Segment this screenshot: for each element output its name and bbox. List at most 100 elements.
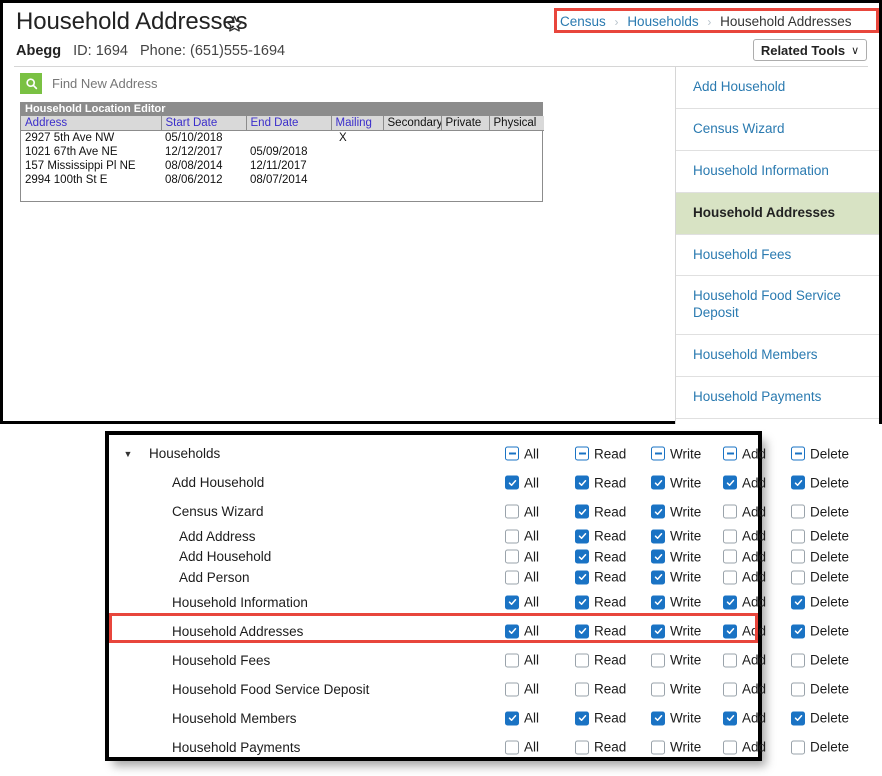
- checkbox-delete[interactable]: Delete: [791, 595, 849, 610]
- checkbox-icon[interactable]: [651, 711, 665, 725]
- checkbox-delete[interactable]: Delete: [791, 653, 849, 668]
- checkbox-write[interactable]: Write: [651, 653, 701, 668]
- checkbox-read[interactable]: Read: [575, 475, 626, 490]
- checkbox-read[interactable]: Read: [575, 711, 626, 726]
- checkbox-icon[interactable]: [651, 529, 665, 544]
- checkbox-add[interactable]: Add: [723, 624, 766, 639]
- checkbox-icon[interactable]: [791, 475, 805, 490]
- checkbox-write[interactable]: Write: [651, 504, 701, 519]
- checkbox-icon[interactable]: [505, 653, 519, 667]
- checkbox-delete[interactable]: Delete: [791, 624, 849, 639]
- checkbox-all[interactable]: All: [505, 446, 539, 461]
- checkbox-read[interactable]: Read: [575, 682, 626, 697]
- checkbox-icon[interactable]: [505, 682, 519, 696]
- checkbox-icon[interactable]: [651, 549, 665, 564]
- checkbox-icon[interactable]: [505, 504, 519, 519]
- checkbox-icon[interactable]: [791, 624, 805, 638]
- sidebar-item-household-food-service-deposit[interactable]: Household Food Service Deposit: [676, 276, 879, 336]
- checkbox-icon[interactable]: [723, 653, 737, 667]
- checkbox-add[interactable]: Add: [723, 504, 766, 519]
- checkbox-all[interactable]: All: [505, 624, 539, 639]
- checkbox-read[interactable]: Read: [575, 504, 626, 519]
- star-icon[interactable]: [225, 14, 244, 33]
- checkbox-read[interactable]: Read: [575, 624, 626, 639]
- search-icon[interactable]: [20, 73, 42, 94]
- sidebar-item-household-members[interactable]: Household Members: [676, 335, 879, 377]
- checkbox-icon[interactable]: [723, 549, 737, 564]
- checkbox-icon[interactable]: [651, 595, 665, 609]
- checkbox-icon[interactable]: [505, 475, 519, 490]
- checkbox-write[interactable]: Write: [651, 711, 701, 726]
- table-row[interactable]: 2994 100th St E 08/06/2012 08/07/2014: [21, 173, 544, 187]
- checkbox-all[interactable]: All: [505, 475, 539, 490]
- checkbox-add[interactable]: Add: [723, 549, 766, 564]
- checkbox-icon[interactable]: [723, 504, 737, 519]
- checkbox-icon[interactable]: [575, 529, 589, 544]
- checkbox-icon[interactable]: [575, 653, 589, 667]
- table-row[interactable]: 2927 5th Ave NW 05/10/2018 X: [21, 131, 544, 146]
- checkbox-delete[interactable]: Delete: [791, 529, 849, 544]
- checkbox-icon[interactable]: [651, 570, 665, 585]
- checkbox-read[interactable]: Read: [575, 446, 626, 461]
- checkbox-delete[interactable]: Delete: [791, 740, 849, 755]
- checkbox-icon[interactable]: [791, 529, 805, 544]
- checkbox-icon[interactable]: [505, 740, 519, 754]
- sidebar-item-household-information[interactable]: Household Information: [676, 150, 879, 193]
- checkbox-icon[interactable]: [723, 595, 737, 609]
- checkbox-icon[interactable]: [505, 624, 519, 638]
- checkbox-write[interactable]: Write: [651, 682, 701, 697]
- checkbox-add[interactable]: Add: [723, 475, 766, 490]
- table-column-header[interactable]: Address: [21, 116, 162, 131]
- checkbox-icon[interactable]: [791, 446, 805, 461]
- checkbox-write[interactable]: Write: [651, 475, 701, 490]
- checkbox-icon[interactable]: [723, 624, 737, 638]
- checkbox-icon[interactable]: [575, 624, 589, 638]
- checkbox-icon[interactable]: [505, 711, 519, 725]
- checkbox-icon[interactable]: [791, 711, 805, 725]
- checkbox-add[interactable]: Add: [723, 595, 766, 610]
- checkbox-icon[interactable]: [505, 446, 519, 461]
- checkbox-icon[interactable]: [791, 549, 805, 564]
- checkbox-all[interactable]: All: [505, 740, 539, 755]
- checkbox-icon[interactable]: [791, 682, 805, 696]
- table-row[interactable]: 157 Mississippi Pl NE 08/08/2014 12/11/201…: [21, 159, 544, 173]
- checkbox-all[interactable]: All: [505, 595, 539, 610]
- checkbox-all[interactable]: All: [505, 504, 539, 519]
- checkbox-read[interactable]: Read: [575, 740, 626, 755]
- checkbox-delete[interactable]: Delete: [791, 570, 849, 585]
- checkbox-add[interactable]: Add: [723, 740, 766, 755]
- checkbox-read[interactable]: Read: [575, 653, 626, 668]
- checkbox-all[interactable]: All: [505, 570, 539, 585]
- checkbox-icon[interactable]: [505, 549, 519, 564]
- checkbox-icon[interactable]: [575, 711, 589, 725]
- checkbox-icon[interactable]: [791, 570, 805, 585]
- checkbox-icon[interactable]: [575, 570, 589, 585]
- checkbox-icon[interactable]: [651, 446, 665, 461]
- checkbox-add[interactable]: Add: [723, 570, 766, 585]
- checkbox-icon[interactable]: [723, 475, 737, 490]
- checkbox-add[interactable]: Add: [723, 711, 766, 726]
- checkbox-icon[interactable]: [723, 446, 737, 461]
- checkbox-write[interactable]: Write: [651, 624, 701, 639]
- checkbox-icon[interactable]: [723, 740, 737, 754]
- checkbox-icon[interactable]: [651, 682, 665, 696]
- checkbox-write[interactable]: Write: [651, 529, 701, 544]
- checkbox-icon[interactable]: [575, 682, 589, 696]
- checkbox-icon[interactable]: [791, 740, 805, 754]
- checkbox-icon[interactable]: [575, 595, 589, 609]
- checkbox-delete[interactable]: Delete: [791, 682, 849, 697]
- checkbox-icon[interactable]: [791, 653, 805, 667]
- sidebar-item-household-fees[interactable]: Household Fees: [676, 234, 879, 277]
- checkbox-read[interactable]: Read: [575, 570, 626, 585]
- checkbox-icon[interactable]: [791, 504, 805, 519]
- checkbox-read[interactable]: Read: [575, 595, 626, 610]
- checkbox-delete[interactable]: Delete: [791, 446, 849, 461]
- checkbox-all[interactable]: All: [505, 711, 539, 726]
- checkbox-delete[interactable]: Delete: [791, 475, 849, 490]
- table-column-header[interactable]: Start Date: [161, 116, 247, 131]
- checkbox-icon[interactable]: [575, 549, 589, 564]
- checkbox-all[interactable]: All: [505, 529, 539, 544]
- checkbox-write[interactable]: Write: [651, 595, 701, 610]
- checkbox-all[interactable]: All: [505, 653, 539, 668]
- breadcrumb-item-census[interactable]: Census: [560, 14, 606, 29]
